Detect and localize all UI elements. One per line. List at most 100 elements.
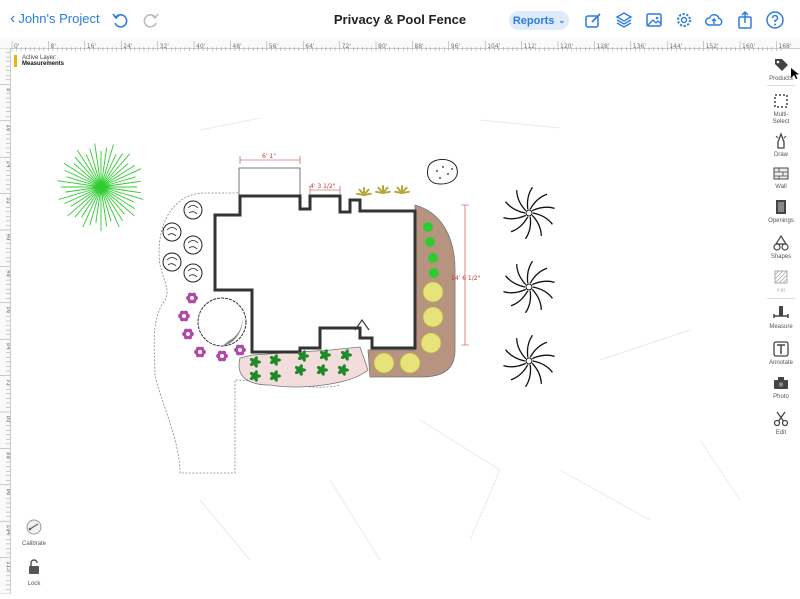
calibrate-label: Calibrate	[21, 541, 46, 547]
cloud-upload-icon[interactable]	[704, 10, 724, 30]
green-shrub-dot[interactable]	[423, 222, 433, 232]
palm-plant-icon[interactable]	[375, 185, 391, 194]
rock-icon[interactable]	[427, 159, 458, 185]
yellow-flower-icon[interactable]	[399, 352, 421, 374]
spiral-tree-icon[interactable]	[503, 186, 555, 240]
ruler-tick-label: 56'	[5, 307, 10, 315]
redo-icon[interactable]	[141, 10, 161, 30]
top-ruler: 0' 8' 16' 24' 32' 40' 48' 56' 64' 72' 80' 88' 96' 104…	[0, 38, 800, 51]
hatch-fill-icon	[772, 268, 790, 286]
ruler-tick-label: 88'	[5, 452, 10, 460]
purple-flower-icon[interactable]	[216, 350, 228, 362]
round-shrub-icon[interactable]	[183, 263, 203, 283]
yellow-flower-icon[interactable]	[422, 306, 444, 328]
green-shrub-dot[interactable]	[428, 253, 438, 263]
cursor-arrow-icon	[791, 68, 799, 79]
calibrate-tool[interactable]: Calibrate	[18, 518, 50, 547]
fill-label: Fill	[777, 288, 785, 294]
wall-label: Wall	[775, 184, 787, 190]
gray-shrub-icon[interactable]	[197, 297, 247, 347]
green-tree-icon[interactable]	[57, 143, 144, 231]
text-box-icon	[772, 340, 790, 358]
purple-flower-icon[interactable]	[182, 328, 194, 340]
ruler-tick-label: 80'	[5, 416, 10, 424]
garage-box	[238, 167, 301, 197]
layers-icon[interactable]	[614, 10, 634, 30]
share-icon[interactable]	[735, 10, 755, 30]
shapes-icon	[772, 234, 790, 252]
chevron-left-icon: ‹	[10, 10, 16, 27]
openings-label: Openings	[768, 218, 794, 224]
palm-plant-icon[interactable]	[356, 187, 372, 196]
yellow-flower-icon[interactable]	[420, 332, 442, 354]
ruler-tick-label: 64'	[5, 343, 10, 351]
shapes-tool[interactable]: Shapes	[765, 234, 797, 261]
green-shrub-dot[interactable]	[425, 237, 435, 247]
dim-top-offset: 4' 3 1/2"	[310, 183, 336, 190]
ruler-tick-label: 32'	[5, 198, 10, 206]
multi-select-label-1: Multi-	[773, 112, 789, 118]
ruler-tick-label: 96'	[5, 489, 10, 497]
brick-wall-icon	[772, 164, 790, 182]
back-label: John's Project	[18, 11, 100, 26]
lock-tool[interactable]: Lock	[18, 558, 50, 587]
ruler-tick-label: 72'	[5, 380, 10, 388]
yellow-flower-icon[interactable]	[373, 352, 395, 374]
ruler-tick-label: 48'	[5, 270, 10, 278]
measure-label: Measure	[769, 324, 793, 330]
openings-tool[interactable]: Openings	[765, 198, 797, 225]
back-button[interactable]: ‹ John's Project	[10, 10, 100, 27]
draw-label: Draw	[773, 152, 788, 158]
image-icon[interactable]	[644, 10, 664, 30]
ruler-tick-label: 16'	[5, 125, 10, 133]
ruler-tick-label: 40'	[5, 234, 10, 242]
calibrate-icon	[26, 519, 42, 535]
round-shrub-icon[interactable]	[162, 222, 182, 242]
spiral-tree-icon[interactable]	[503, 260, 555, 314]
ruler-tick-label: 104'	[5, 525, 10, 536]
fill-tool[interactable]: Fill	[765, 268, 797, 295]
pencil-icon	[772, 132, 790, 150]
round-shrub-icon[interactable]	[183, 235, 203, 255]
chevron-down-icon: ⌄	[558, 16, 566, 25]
multi-select-tool[interactable]: Multi- Select	[765, 92, 797, 126]
measure-tool[interactable]: Measure	[765, 304, 797, 331]
palm-plant-icon[interactable]	[394, 185, 410, 194]
lock-label: Lock	[27, 581, 41, 587]
purple-flower-icon[interactable]	[178, 310, 190, 322]
shapes-label: Shapes	[770, 254, 792, 260]
dashed-square-icon	[772, 92, 790, 110]
multi-select-label-2: Select	[772, 119, 790, 125]
purple-flower-icon[interactable]	[234, 344, 246, 356]
help-icon[interactable]	[765, 10, 785, 30]
camera-icon	[772, 374, 790, 392]
edit-tool[interactable]: Edit	[765, 410, 797, 437]
purple-flower-icon[interactable]	[186, 292, 198, 304]
photo-tool[interactable]: Photo	[765, 374, 797, 401]
ruler-tick-label: 112'	[5, 562, 10, 573]
ruler-tick-label: 8'	[5, 88, 10, 93]
annotate-tool[interactable]: Annotate	[765, 340, 797, 367]
ruler-tick-label: 24'	[5, 161, 10, 169]
edit-note-icon[interactable]	[583, 10, 603, 30]
drawing-canvas[interactable]: 6' 1" 4' 3 1/2" 14' 6 1/2"	[11, 49, 761, 594]
draw-tool[interactable]: Draw	[765, 132, 797, 159]
annotate-label: Annotate	[768, 360, 794, 366]
reports-button[interactable]: Reports ⌄	[509, 11, 569, 30]
dim-bed-length: 14' 6 1/2"	[451, 275, 481, 282]
left-ruler: 8' 16' 24' 32' 40' 48' 56' 64' 72' 80' 88' 96' 104' 1…	[0, 47, 11, 595]
undo-icon[interactable]	[110, 10, 130, 30]
round-shrub-icon[interactable]	[183, 200, 203, 220]
edit-label: Edit	[775, 430, 787, 436]
unlock-icon	[29, 559, 39, 574]
scissors-icon	[772, 410, 790, 428]
top-bar: ‹ John's Project Privacy & Pool Fence Re…	[0, 0, 800, 39]
purple-flower-icon[interactable]	[194, 346, 206, 358]
green-shrub-dot[interactable]	[429, 268, 439, 278]
round-shrub-icon[interactable]	[162, 252, 182, 272]
spiral-tree-icon[interactable]	[503, 334, 555, 388]
yellow-flower-icon[interactable]	[422, 281, 444, 303]
gear-icon[interactable]	[674, 10, 694, 30]
tag-icon	[772, 56, 790, 74]
wall-tool[interactable]: Wall	[765, 164, 797, 191]
